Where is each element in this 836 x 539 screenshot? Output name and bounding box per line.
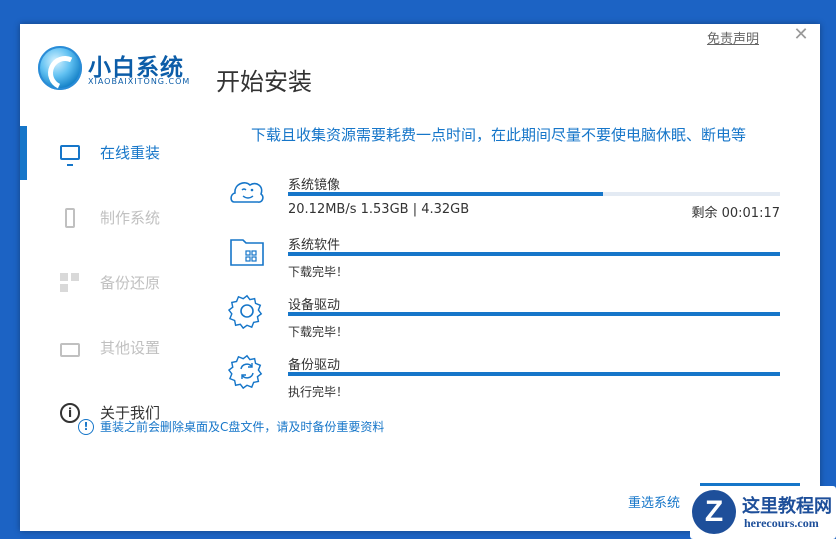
task-name: 设备驱动 bbox=[288, 298, 341, 313]
task-name: 系统软件 bbox=[288, 238, 341, 253]
gear-refresh-icon bbox=[228, 354, 263, 390]
progress-bar bbox=[288, 312, 780, 316]
sidebar-item-label: 其他设置 bbox=[100, 339, 161, 357]
installer-window: 小白系统 XIAOBAIXITONG.COM 开始安装 免责声明 ✕ 在线重装 … bbox=[20, 24, 820, 531]
task-status: 下载完毕！ bbox=[288, 265, 349, 279]
site-watermark: Z 这里教程网 herecours.com bbox=[690, 486, 836, 539]
progress-fill bbox=[288, 252, 780, 256]
download-stats: 20.12MB/s 1.53GB | 4.32GB bbox=[288, 202, 470, 217]
task-status: 执行完毕！ bbox=[288, 385, 349, 399]
sidebar-item-label: 制作系统 bbox=[100, 209, 161, 227]
sidebar-item-label: 在线重装 bbox=[100, 144, 161, 162]
sidebar-item-backup-restore[interactable]: 备份还原 bbox=[20, 250, 200, 315]
task-system-image: 系统镜像 20.12MB/s 1.53GB | 4.32GB 剩余 00:01:… bbox=[228, 172, 780, 230]
app-logo: 小白系统 XIAOBAIXITONG.COM bbox=[38, 44, 198, 94]
watermark-title: 这里教程网 bbox=[742, 496, 832, 517]
progress-bar bbox=[288, 192, 780, 196]
sidebar: 在线重装 制作系统 备份还原 其他设置 i 关于我们 bbox=[20, 120, 200, 445]
progress-fill bbox=[288, 192, 603, 196]
progress-bar bbox=[288, 372, 780, 376]
sidebar-item-about-us[interactable]: i 关于我们 bbox=[20, 380, 200, 445]
backup-warning: ! 重装之前会删除桌面及C盘文件，请及时备份重要资料 bbox=[78, 418, 384, 435]
task-backup-driver: 备份驱动 执行完毕！ bbox=[228, 352, 780, 410]
page-title: 开始安装 bbox=[216, 68, 312, 96]
watermark-logo: Z bbox=[692, 490, 736, 534]
reselect-system-link[interactable]: 重选系统 bbox=[628, 492, 680, 511]
task-device-driver: 设备驱动 下载完毕！ bbox=[228, 292, 780, 350]
task-name: 备份驱动 bbox=[288, 358, 341, 373]
cloud-face-icon bbox=[230, 182, 264, 203]
backup-icon bbox=[60, 272, 80, 293]
logo-subtitle: XIAOBAIXITONG.COM bbox=[88, 77, 191, 86]
task-system-software: 系统软件 下载完毕！ bbox=[228, 232, 780, 290]
briefcase-icon bbox=[60, 342, 80, 357]
warning-text: 重装之前会删除桌面及C盘文件，请及时备份重要资料 bbox=[100, 420, 385, 434]
task-name: 系统镜像 bbox=[288, 178, 341, 193]
sidebar-item-label: 备份还原 bbox=[100, 274, 161, 292]
progress-bar bbox=[288, 252, 780, 256]
sidebar-item-online-reinstall[interactable]: 在线重装 bbox=[20, 120, 200, 185]
time-remaining: 剩余 00:01:17 bbox=[691, 206, 780, 221]
install-headline: 下载且收集资源需要耗费一点时间，在此期间尽量不要使电脑休眠、断电等 bbox=[251, 126, 747, 144]
sidebar-item-other-settings[interactable]: 其他设置 bbox=[20, 315, 200, 380]
info-icon: ! bbox=[78, 418, 94, 435]
usb-drive-icon bbox=[65, 207, 75, 228]
disclaimer-link[interactable]: 免责声明 bbox=[707, 28, 759, 47]
sidebar-item-make-system[interactable]: 制作系统 bbox=[20, 185, 200, 250]
watermark-url: herecours.com bbox=[744, 516, 819, 530]
task-status: 下载完毕！ bbox=[288, 325, 349, 339]
info-icon: i bbox=[60, 402, 80, 423]
progress-fill bbox=[288, 312, 780, 316]
close-button[interactable]: ✕ bbox=[792, 26, 810, 44]
progress-fill bbox=[288, 372, 780, 376]
software-folder-icon bbox=[230, 239, 264, 266]
logo-icon bbox=[38, 46, 82, 90]
monitor-icon bbox=[60, 145, 80, 166]
gear-icon bbox=[228, 294, 263, 330]
